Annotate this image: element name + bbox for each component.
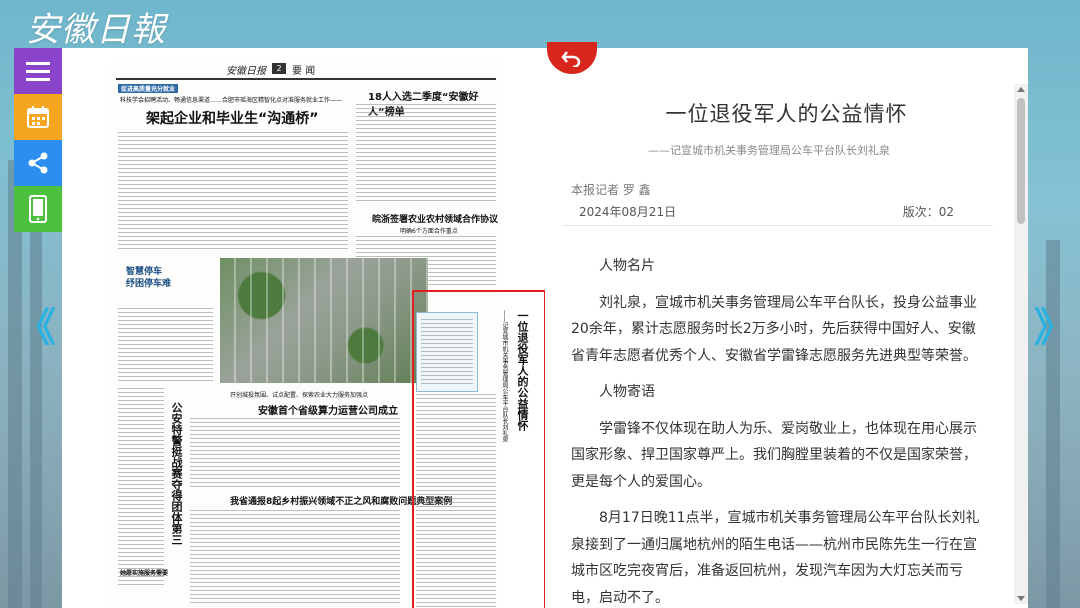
news-body-1 [118,132,348,250]
article-divider [563,225,993,226]
article-page: 版次：02 [902,205,954,219]
article-title: 一位退役军人的公益情怀 [665,102,908,126]
newspaper-page-panel: 安徽日报 2 要 闻 促进高质量充分就业 科技学会招聘活动、畅通信息渠道……合肥… [62,48,545,608]
article-paragraph: 人物名片 [599,258,655,274]
newspaper-page[interactable]: 安徽日报 2 要 闻 促进高质量充分就业 科技学会招聘活动、畅通信息渠道……合肥… [110,62,545,608]
mobile-icon [29,195,47,223]
news-headline-3[interactable]: 皖浙签署农业农村领域合作协议 [372,212,498,225]
scroll-up-arrow-icon[interactable] [1017,87,1025,92]
newspaper-page-number: 2 [272,63,286,74]
newspaper-brand: 安徽日报 [226,66,266,77]
share-button[interactable] [14,140,62,186]
newspaper-section: 要 闻 [292,66,316,77]
sidebar [14,48,62,232]
prev-page-arrow[interactable]: 《 [16,308,56,348]
scrollbar-thumb[interactable] [1017,98,1025,224]
share-icon [28,152,48,174]
feature-body [416,394,496,608]
news-body-4 [190,418,400,488]
article-paragraph: 学雷锋不仅体现在助人为乐、爱岗敬业上，也体现在用心展示国家形象、捍卫国家尊严上。… [571,420,977,490]
background-city-right [1028,200,1080,608]
news-headline-6[interactable]: 她愿实施服务需要 [120,568,168,577]
feature-vertical-subtitle: ——记宣城市机关事务管理局公车平台队长刘礼泉 [501,310,508,442]
article-paragraph: 人物寄语 [599,384,655,400]
article-author: 本报记者 罗 鑫 [571,183,651,197]
news-headline-4[interactable]: 安徽首个省级算力运营公司成立 [258,402,398,417]
feature-vertical-title: 一位退役军人的公益情怀 [516,310,529,431]
photo-caption-title: 智慧停车 纾困停车难 [126,267,172,289]
calendar-button[interactable] [14,94,62,140]
news-side-body [118,388,164,588]
article-paragraph: 8月17日晚11点半，宣城市机关事务管理局公车平台队长刘礼泉接到了一通归属地杭州… [571,510,980,606]
article-date: 2024年08月21日 [579,205,677,219]
photo-caption-body [118,308,213,382]
news-body-2 [356,104,496,204]
news-side-vertical-title[interactable]: 公安特警挺战赛夺得团体第三 [168,402,184,545]
menu-button[interactable] [14,48,62,94]
site-logo[interactable]: 安徽日報 [26,2,166,50]
article-subtitle: ——记宣城市机关事务管理局公车平台队长刘礼泉 [648,144,890,157]
news-kicker-1: 科技学会招聘活动、畅通信息渠道……合肥市瑶海区精智化点对准服务就业工作—— [120,97,343,104]
news-headline-1[interactable]: 架起企业和毕业生“沟通桥” [146,108,318,128]
calendar-icon [27,106,49,128]
next-page-arrow[interactable]: 》 [1034,308,1074,348]
article-scrollbar[interactable] [1014,84,1028,604]
news-photo[interactable] [220,258,428,383]
return-arrow-icon [561,51,581,67]
menu-icon [26,62,50,81]
news-tag: 促进高质量充分就业 [118,84,179,93]
feature-inset-box [416,312,478,392]
scroll-down-arrow-icon[interactable] [1017,596,1025,601]
article-panel: 一位退役军人的公益情怀 ——记宣城市机关事务管理局公车平台队长刘礼泉 本报记者 … [545,48,1028,608]
news-kicker-4: 开创城投氛围、试点配置、探索农业大力服务加强点 [230,392,369,399]
news-body-5 [190,510,400,606]
article-paragraph: 刘礼泉，宣城市机关事务管理局公车平台队长，投身公益事业20余年，累计志愿服务时长… [571,294,977,364]
mobile-button[interactable] [14,186,62,232]
newspaper-header: 安徽日报 2 要 闻 [116,62,496,80]
news-headline-3-sub: 明确6个方面合作重点 [400,228,458,235]
article-body: 人物名片 刘礼泉，宣城市机关事务管理局公车平台队长，投身公益事业20余年，累计志… [571,253,987,608]
